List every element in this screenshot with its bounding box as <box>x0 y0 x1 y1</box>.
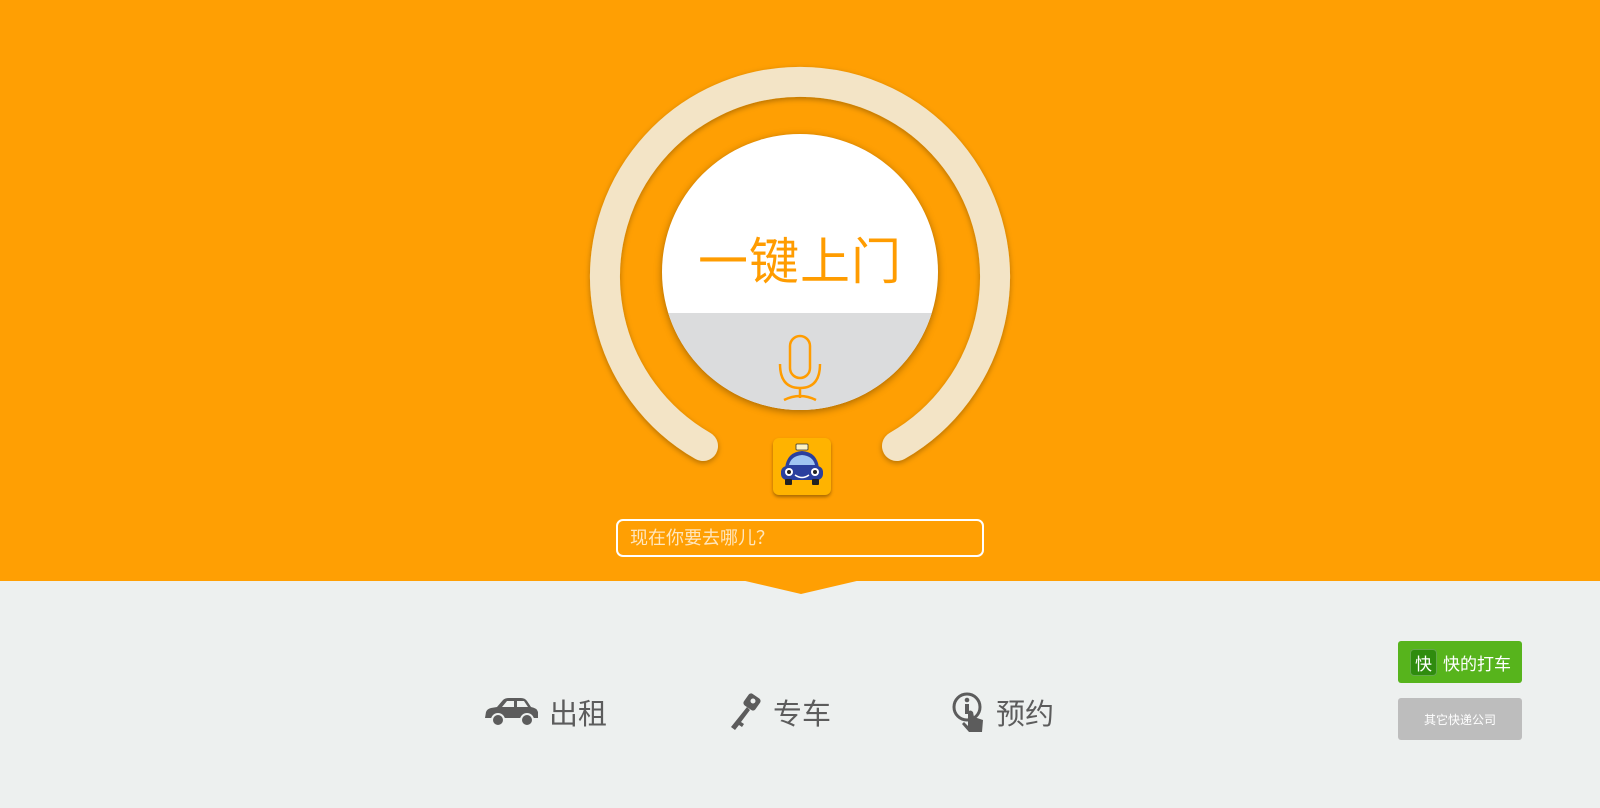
taxi-app-icon[interactable] <box>773 438 831 495</box>
other-company-label: 其它快递公司 <box>1423 712 1496 727</box>
other-company-button[interactable]: 其它快递公司 <box>1398 698 1522 740</box>
car-icon <box>485 698 538 727</box>
nav-taxi-label: 出租 <box>549 697 608 731</box>
nav-taxi[interactable]: 出租 <box>483 690 607 734</box>
nav-reservation[interactable]: 预约 <box>952 690 1054 734</box>
nav-private-car-label: 专车 <box>773 697 832 731</box>
touch-info-icon <box>952 692 983 732</box>
kuaidi-taxi-button[interactable]: 快 快的打车 <box>1398 641 1522 683</box>
taxi-icon <box>781 443 823 485</box>
kuaidi-logo-icon: 快 <box>1410 648 1437 676</box>
destination-search-input[interactable] <box>616 519 984 557</box>
kuaidi-taxi-label: 快的打车 <box>1443 654 1511 675</box>
nav-reservation-label: 预约 <box>996 697 1055 731</box>
nav-private-car[interactable]: 专车 <box>727 690 831 734</box>
one-click-button[interactable]: 一键上门 <box>662 134 938 410</box>
hero-notch <box>741 580 861 594</box>
microphone-icon[interactable] <box>774 334 826 402</box>
key-icon <box>731 693 761 730</box>
hero-title: 一键上门 <box>698 233 902 291</box>
